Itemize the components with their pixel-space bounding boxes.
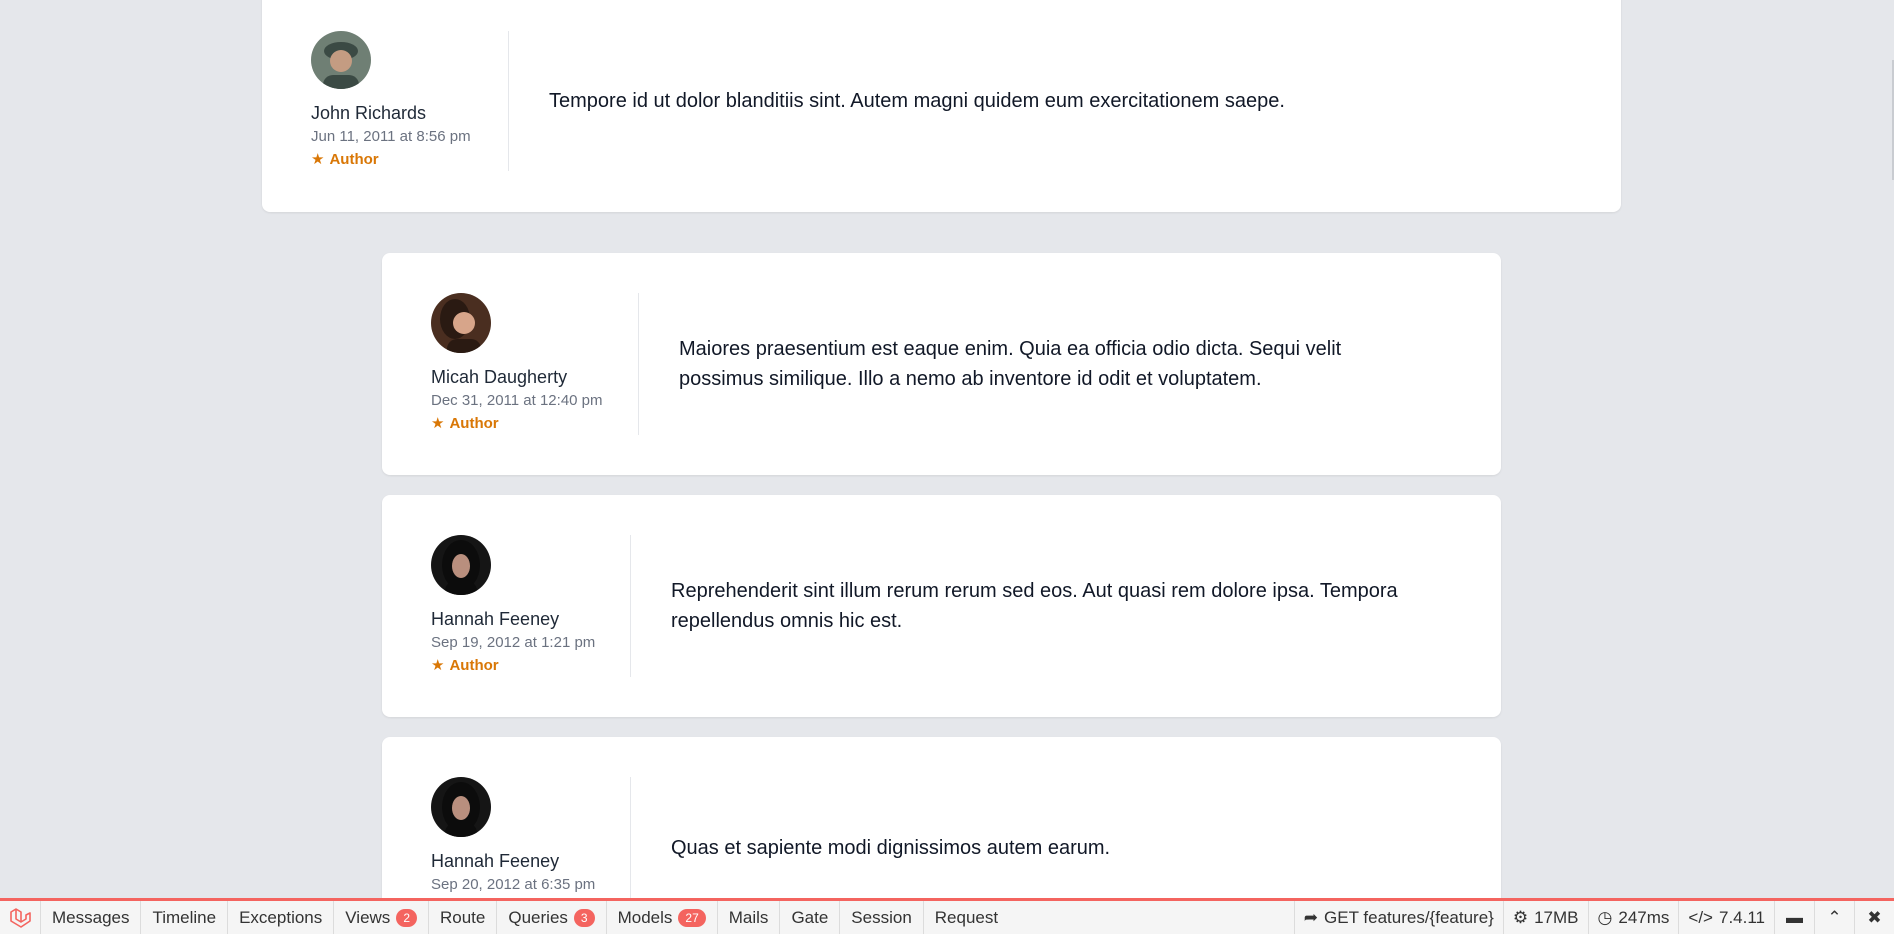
author-badge: ★ Author [311, 149, 379, 171]
avatar-image [311, 31, 371, 89]
debugbar-tab-label: Request [934, 907, 999, 927]
debugbar-memory: ⚙ 17MB [1502, 901, 1588, 934]
comment-body: Maiores praesentium est eaque enim. Quia… [679, 338, 1342, 390]
avatar-image [431, 777, 491, 837]
debugbar-status: ➦ GET features/{feature} ⚙ 17MB ◷ 247ms … [1293, 901, 1894, 934]
debugbar-route-text: GET features/{feature} [1324, 907, 1494, 927]
close-debugbar-button[interactable]: ✖ [1854, 901, 1894, 934]
author-badge: ★ Author [431, 413, 499, 435]
gears-icon: ⚙ [1512, 907, 1529, 927]
comment-date: Sep 20, 2012 at 6:35 pm [431, 876, 596, 893]
debugbar-tab-badge: 2 [396, 908, 417, 927]
debugbar-tab-queries[interactable]: Queries 3 [496, 901, 605, 934]
comment-card: John Richards Jun 11, 2011 at 8:56 pm ★ … [262, 0, 1621, 212]
debugbar-php-version: </> 7.4.11 [1678, 901, 1774, 934]
debugbar-tab-label: Route [440, 907, 486, 927]
debugbar-tab-label: Messages [52, 907, 130, 927]
debugbar-tab-badge: 3 [573, 908, 595, 927]
debugbar-tab-exceptions[interactable]: Exceptions [227, 901, 333, 934]
debugbar-time-text: 247ms [1618, 907, 1670, 927]
debugbar-tab-views[interactable]: Views 2 [333, 901, 428, 934]
debugbar-time[interactable]: ◷ 247ms [1587, 901, 1679, 934]
author-badge: ★ Author [431, 655, 499, 677]
debugbar-php-text: 7.4.11 [1718, 907, 1765, 927]
comment-meta: Hannah Feeney Sep 19, 2012 at 1:21 pm ★ … [431, 535, 630, 677]
debugbar-tab-label: Views [345, 907, 391, 927]
comment-author: Hannah Feeney [431, 851, 560, 871]
debugbar-tab-models[interactable]: Models 27 [605, 901, 717, 934]
avatar [431, 293, 491, 353]
comment-author: John Richards [311, 103, 427, 123]
debugbar-tab-label: Gate [791, 907, 829, 927]
code-icon: </> [1688, 907, 1713, 927]
comment-meta: Micah Daugherty Dec 31, 2011 at 12:40 pm… [431, 293, 638, 435]
star-icon: ★ [311, 151, 325, 168]
comment-date: Jun 11, 2011 at 8:56 pm [311, 128, 471, 145]
comment-card: Micah Daugherty Dec 31, 2011 at 12:40 pm… [382, 253, 1501, 475]
debugbar-tab-gate[interactable]: Gate [779, 901, 839, 934]
comment-date: Sep 19, 2012 at 1:21 pm [431, 634, 596, 651]
star-icon: ★ [431, 657, 445, 674]
debugbar-tab-messages[interactable]: Messages [40, 901, 140, 934]
folder-open-icon: ▬ [1786, 907, 1803, 927]
debugbar-tab-request[interactable]: Request [922, 901, 1009, 934]
comment-date: Dec 31, 2011 at 12:40 pm [431, 392, 603, 409]
debugbar-tab-route[interactable]: Route [428, 901, 496, 934]
comment-author: Hannah Feeney [431, 609, 560, 629]
debugbar-tab-label: Timeline [152, 907, 217, 927]
open-folder-button[interactable]: ▬ [1774, 901, 1814, 934]
debugbar-tab-label: Exceptions [239, 907, 323, 927]
debugbar-tab-badge: 27 [678, 908, 706, 927]
debugbar-tab-timeline[interactable]: Timeline [140, 901, 227, 934]
debugbar-tab-mails[interactable]: Mails [716, 901, 780, 934]
debugbar-tab-session[interactable]: Session [839, 901, 922, 934]
comment-body: Reprehenderit sint illum rerum rerum sed… [671, 580, 1398, 632]
star-icon: ★ [431, 415, 445, 432]
debugbar-tab-label: Session [851, 907, 912, 927]
author-badge-label: Author [329, 151, 379, 168]
avatar [431, 777, 491, 837]
avatar [431, 535, 491, 595]
comments-list: John Richards Jun 11, 2011 at 8:56 pm ★ … [0, 0, 1894, 934]
author-badge-label: Author [449, 415, 499, 432]
debugbar-tab-label: Mails [728, 907, 769, 927]
debugbar-route-info[interactable]: ➦ GET features/{feature} [1293, 901, 1503, 934]
avatar-image [431, 535, 491, 595]
maximize-button[interactable]: ⌃ [1814, 901, 1854, 934]
debugbar-memory-text: 17MB [1534, 907, 1579, 927]
comment-meta: John Richards Jun 11, 2011 at 8:56 pm ★ … [311, 31, 508, 171]
debugbar-tab-label: Queries [508, 907, 568, 927]
avatar [311, 31, 371, 89]
comment-body: Tempore id ut dolor blanditiis sint. Aut… [549, 90, 1285, 112]
close-icon: ✖ [1867, 907, 1882, 927]
author-badge-label: Author [449, 657, 499, 674]
debugbar-tab-label: Models [617, 907, 673, 927]
clock-icon: ◷ [1597, 907, 1613, 927]
comment-card: Hannah Feeney Sep 19, 2012 at 1:21 pm ★ … [382, 495, 1501, 717]
share-arrow-icon: ➦ [1303, 907, 1319, 927]
chevron-up-icon: ⌃ [1827, 907, 1842, 927]
avatar-image [431, 293, 491, 353]
laravel-logo-icon[interactable] [0, 901, 40, 934]
comment-author: Micah Daugherty [431, 367, 568, 387]
debugbar: Messages Timeline Exceptions Views 2 Rou… [0, 898, 1894, 934]
